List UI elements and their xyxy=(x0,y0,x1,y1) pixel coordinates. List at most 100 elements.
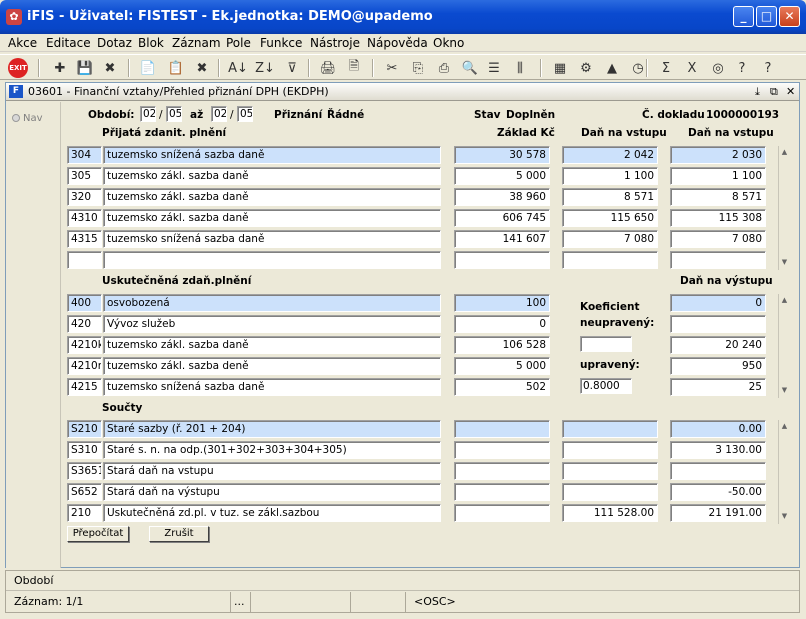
row-zaklad-field[interactable]: 38 960 xyxy=(454,188,550,206)
row-desc-field[interactable]: tuzemsko snížená sazba daně xyxy=(103,378,441,396)
row-desc-field[interactable]: Stará daň na vstupu xyxy=(103,462,441,480)
cut-icon[interactable]: ✂ xyxy=(382,58,402,78)
menu-funkce[interactable]: Funkce xyxy=(260,36,302,50)
row-desc-field[interactable]: Uskutečněná zd.pl. v tuz. se zákl.sazbou xyxy=(103,504,441,522)
row-desc-field[interactable]: Staré sazby (ř. 201 + 204) xyxy=(103,420,441,438)
row-desc-field[interactable]: tuzemsko snížená sazba daně xyxy=(103,146,441,164)
row-dan-vystup-field[interactable]: 950 xyxy=(670,357,766,375)
row-zaklad-field[interactable]: 5 000 xyxy=(454,167,550,185)
row-desc-field[interactable]: tuzemsko snížená sazba daně xyxy=(103,230,441,248)
row-code-field[interactable]: S310 xyxy=(67,441,102,459)
row-sum-c-field[interactable]: 21 191.00 xyxy=(670,504,766,522)
row-sum-a-field[interactable] xyxy=(454,462,550,480)
cancel-button[interactable]: Zrušit xyxy=(149,526,209,542)
row-sum-b-field[interactable] xyxy=(562,441,658,459)
row-code-field[interactable]: 4210k xyxy=(67,336,102,354)
row-dan-vstup2-field[interactable] xyxy=(670,251,766,269)
copy-icon[interactable]: 📋 xyxy=(166,58,186,78)
exit-icon[interactable]: EXIT xyxy=(8,58,28,78)
row-zaklad-field[interactable]: 141 607 xyxy=(454,230,550,248)
scroll-down-icon[interactable]: ▼ xyxy=(780,512,789,520)
preview-icon[interactable]: 🗎 xyxy=(344,58,364,78)
delete-record-icon[interactable]: ✖ xyxy=(100,58,120,78)
row-zaklad-field[interactable]: 30 578 xyxy=(454,146,550,164)
koef-neupr-field[interactable] xyxy=(580,336,632,352)
globe-icon[interactable]: ◎ xyxy=(708,58,728,78)
row-dan-vstup2-field[interactable]: 1 100 xyxy=(670,167,766,185)
settings-icon[interactable]: ⚙ xyxy=(576,58,596,78)
calculator-icon[interactable]: ▦ xyxy=(550,58,570,78)
row-dan-vstup2-field[interactable]: 8 571 xyxy=(670,188,766,206)
row-desc-field[interactable]: osvobozená xyxy=(103,294,441,312)
row-dan-vystup-field[interactable]: 20 240 xyxy=(670,336,766,354)
menu-zaznam[interactable]: Záznam xyxy=(172,36,221,50)
menu-pole[interactable]: Pole xyxy=(226,36,251,50)
row-sum-b-field[interactable] xyxy=(562,483,658,501)
scroll-up-icon[interactable]: ▲ xyxy=(780,422,789,430)
row-desc-field[interactable]: tuzemsko zákl. sazba daně xyxy=(103,209,441,227)
row-desc-field[interactable]: tuzemsko zákl. sazba daně xyxy=(103,167,441,185)
row-zaklad-field[interactable] xyxy=(454,251,550,269)
row-zaklad-field[interactable]: 502 xyxy=(454,378,550,396)
row-sum-a-field[interactable] xyxy=(454,483,550,501)
row-dan-vstup-field[interactable]: 8 571 xyxy=(562,188,658,206)
row-dan-vstup2-field[interactable]: 2 030 xyxy=(670,146,766,164)
period-to-year[interactable]: 05 xyxy=(237,106,253,122)
row-dan-vstup-field[interactable]: 1 100 xyxy=(562,167,658,185)
period-from-year[interactable]: 05 xyxy=(166,106,182,122)
row-desc-field[interactable]: tuzemsko zákl. sazba deně xyxy=(103,357,441,375)
row-zaklad-field[interactable]: 106 528 xyxy=(454,336,550,354)
scroll-down-icon[interactable]: ▼ xyxy=(780,258,789,266)
list-icon[interactable]: ☰ xyxy=(484,58,504,78)
menu-editace[interactable]: Editace xyxy=(46,36,91,50)
row-code-field[interactable]: 305 xyxy=(67,167,102,185)
row-sum-c-field[interactable] xyxy=(670,462,766,480)
delete-icon[interactable]: ✖ xyxy=(192,58,212,78)
search-icon[interactable]: 🔍 xyxy=(460,58,480,78)
row-desc-field[interactable]: tuzemsko zákl. sazba daně xyxy=(103,336,441,354)
sec1-scrollbar[interactable]: ▲ ▼ xyxy=(778,146,789,270)
row-code-field[interactable] xyxy=(67,251,102,269)
minimize-button[interactable]: _ xyxy=(733,6,754,27)
menu-dotaz[interactable]: Dotaz xyxy=(97,36,132,50)
row-code-field[interactable]: 4310 xyxy=(67,209,102,227)
scroll-down-icon[interactable]: ▼ xyxy=(780,386,789,394)
row-sum-b-field[interactable] xyxy=(562,462,658,480)
nav-item[interactable]: Nav xyxy=(12,113,43,124)
excel-icon[interactable]: X xyxy=(682,58,702,78)
row-code-field[interactable]: 400 xyxy=(67,294,102,312)
print-report-icon[interactable]: 🖨 xyxy=(318,58,338,78)
filter-icon[interactable]: ⊽ xyxy=(282,58,302,78)
row-dan-vystup-field[interactable]: 25 xyxy=(670,378,766,396)
row-code-field[interactable]: 304 xyxy=(67,146,102,164)
insert-record-icon[interactable]: ✚ xyxy=(50,58,70,78)
row-zaklad-field[interactable]: 5 000 xyxy=(454,357,550,375)
form-restore-icon[interactable]: ⧉ xyxy=(770,85,778,99)
sort-asc-icon[interactable]: A↓ xyxy=(228,58,248,78)
scroll-up-icon[interactable]: ▲ xyxy=(780,296,789,304)
row-code-field[interactable]: 4210n xyxy=(67,357,102,375)
close-button[interactable]: ✕ xyxy=(779,6,800,27)
form-close-icon[interactable]: ✕ xyxy=(786,85,795,98)
row-desc-field[interactable] xyxy=(103,251,441,269)
sort-desc-icon[interactable]: Z↓ xyxy=(255,58,275,78)
row-sum-a-field[interactable] xyxy=(454,504,550,522)
row-sum-a-field[interactable] xyxy=(454,441,550,459)
row-desc-field[interactable]: Vývoz služeb xyxy=(103,315,441,333)
menu-akce[interactable]: Akce xyxy=(8,36,37,50)
menu-okno[interactable]: Okno xyxy=(433,36,464,50)
row-sum-b-field[interactable]: 111 528.00 xyxy=(562,504,658,522)
row-code-field[interactable]: 4315 xyxy=(67,230,102,248)
row-dan-vstup-field[interactable]: 2 042 xyxy=(562,146,658,164)
row-code-field[interactable]: 4215 xyxy=(67,378,102,396)
scroll-up-icon[interactable]: ▲ xyxy=(780,148,789,156)
paste-icon[interactable]: ⎘ xyxy=(408,58,428,78)
row-zaklad-field[interactable]: 0 xyxy=(454,315,550,333)
row-code-field[interactable]: S210 xyxy=(67,420,102,438)
clock-icon[interactable]: ◷ xyxy=(628,58,648,78)
print-icon[interactable]: 📄 xyxy=(138,58,158,78)
split-icon[interactable]: ⫼ xyxy=(510,58,530,78)
row-code-field[interactable]: S652 xyxy=(67,483,102,501)
row-sum-c-field[interactable]: -50.00 xyxy=(670,483,766,501)
chart-icon[interactable]: ▲ xyxy=(602,58,622,78)
